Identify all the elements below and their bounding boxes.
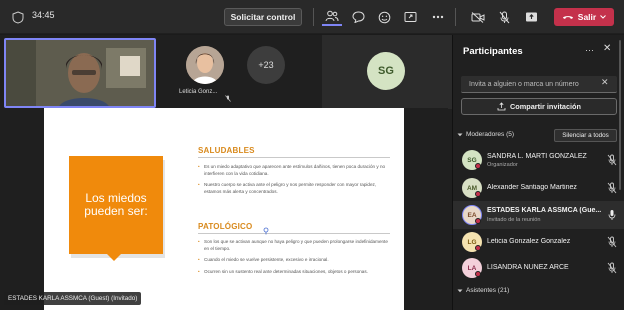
participant-row[interactable]: SG SANDRA L. MARTI GONZALEZ Organizador: [453, 146, 624, 174]
pointer-cursor-icon: [263, 227, 269, 235]
avatar: SG: [367, 52, 405, 90]
status-dot: [475, 163, 481, 169]
participant-row[interactable]: LG Leticia Gonzalez Gonzalez: [453, 228, 624, 256]
slide-bullet: Ocurren sin un sustento real ante determ…: [198, 269, 388, 276]
slide-callout-pointer: [107, 254, 121, 261]
mic-off-icon: [607, 182, 617, 194]
section-divider: [198, 233, 390, 234]
teams-meeting-window: 34:45 Solicitar control Salir Leticia Go…: [0, 0, 624, 310]
invite-input[interactable]: Invita a alguien o marca un número: [461, 76, 617, 93]
participant-name: Alexander Santiago Martinez: [487, 184, 577, 191]
self-video-tile[interactable]: [4, 38, 156, 108]
participants-panel: Participantes ··· ✕ Invita a alguien o m…: [452, 35, 624, 310]
close-icon[interactable]: ✕: [603, 43, 611, 54]
presenter-name-badge: ESTADES KARLA ASSMCA (Guest) (Invitado): [4, 292, 142, 305]
avatar-image: [186, 46, 224, 84]
participant-name: LISANDRA NUNEZ ARCE: [487, 264, 569, 271]
participant-avatar-leticia[interactable]: [186, 46, 224, 84]
more-options-icon[interactable]: ···: [585, 45, 594, 55]
phone-hangup-icon: [562, 16, 573, 19]
divider: [455, 8, 456, 26]
mic-off-icon: [607, 154, 617, 166]
panel-scrollbar[interactable]: [619, 40, 621, 190]
attendees-header-label: Asistentes (21): [466, 287, 510, 294]
status-dot: [475, 191, 481, 197]
request-control-button[interactable]: Solicitar control: [224, 8, 302, 26]
mic-off-icon[interactable]: [494, 8, 514, 26]
section-title-patologico: PATOLÓGICO: [198, 222, 253, 231]
leave-label: Salir: [577, 12, 597, 22]
divider: [313, 8, 314, 26]
slide-bullet: Cuando el miedo se vuelve persistente, e…: [198, 257, 388, 264]
section-divider: [198, 157, 390, 158]
mute-all-button[interactable]: Silenciar a todos: [554, 129, 617, 142]
participant-name-label: Leticia Gonz...: [179, 89, 218, 95]
people-icon[interactable]: [322, 8, 342, 26]
share-screen-icon[interactable]: [400, 8, 420, 26]
attendees-group-header[interactable]: Asistentes (21): [457, 287, 509, 294]
shield-icon: [10, 9, 26, 25]
moderators-group-header[interactable]: Moderadores (5): [457, 131, 514, 138]
participant-row[interactable]: LA LISANDRA NUNEZ ARCE: [453, 254, 624, 282]
meeting-stage: Leticia Gonz... +23 SG Los miedos pueden…: [0, 35, 452, 310]
video-feed-image: [6, 40, 154, 106]
participant-name: ESTADES KARLA ASSMCA (Gue...: [487, 207, 601, 214]
chat-icon[interactable]: [348, 8, 368, 26]
more-options-icon[interactable]: [428, 8, 448, 26]
chevron-down-icon: [457, 289, 463, 292]
status-dot: [475, 218, 481, 224]
share-invite-button[interactable]: Compartir invitación: [461, 98, 617, 115]
slide-headline: Los miedos pueden ser:: [69, 156, 163, 254]
meeting-toolbar: 34:45 Solicitar control Salir: [0, 0, 624, 34]
share-icon: [497, 102, 506, 111]
participant-name: Leticia Gonzalez Gonzalez: [487, 238, 571, 245]
participant-role: Invitado de la reunión: [487, 217, 541, 223]
slide-bullet: Es un miedo adaptativo que aparecen ante…: [198, 164, 388, 177]
status-dot: [475, 271, 481, 277]
participant-tile-sg[interactable]: SG: [322, 35, 452, 109]
participant-name: SANDRA L. MARTI GONZALEZ: [487, 153, 587, 160]
mic-off-icon: [225, 89, 231, 107]
participant-row[interactable]: AM Alexander Santiago Martinez: [453, 174, 624, 202]
reactions-icon[interactable]: [374, 8, 394, 26]
status-dot: [475, 245, 481, 251]
chevron-down-icon: [457, 133, 463, 136]
participant-row[interactable]: EA ESTADES KARLA ASSMCA (Gue... Invitado…: [453, 201, 624, 229]
participant-role: Organizador: [487, 162, 518, 168]
shared-slide: Los miedos pueden ser: SALUDABLES Es un …: [44, 108, 404, 310]
panel-title: Participantes: [463, 46, 523, 57]
meeting-timer: 34:45: [32, 10, 55, 20]
slide-bullet: Son los que se activan aunque no haya pe…: [198, 239, 388, 252]
mic-off-icon: [607, 262, 617, 274]
slide-bullet: Nuestro cuerpo se activa ante el peligro…: [198, 182, 388, 195]
chevron-down-icon: [600, 15, 607, 19]
mic-off-icon: [607, 236, 617, 248]
mic-on-icon: [608, 210, 616, 220]
section-title-saludables: SALUDABLES: [198, 146, 255, 155]
share-tray-icon[interactable]: [521, 8, 541, 26]
share-invite-label: Compartir invitación: [510, 102, 581, 111]
clear-icon[interactable]: ✕: [601, 77, 609, 88]
more-participants-button[interactable]: +23: [247, 46, 285, 84]
moderators-header-label: Moderadores (5): [466, 131, 515, 138]
camera-off-icon[interactable]: [468, 8, 488, 26]
leave-button[interactable]: Salir: [554, 8, 614, 26]
